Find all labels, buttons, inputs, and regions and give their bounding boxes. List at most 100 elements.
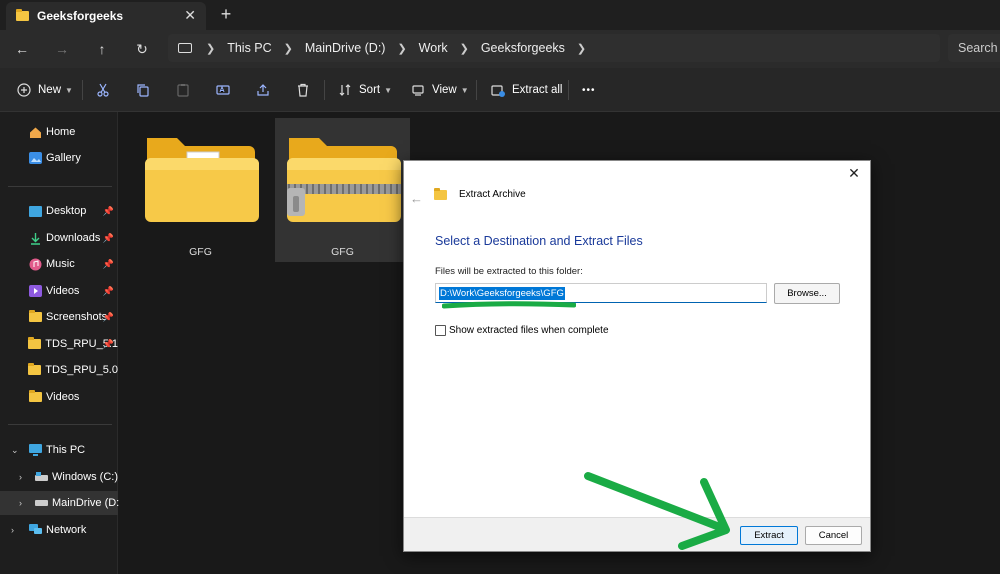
extract-all-label: Extract all <box>512 84 563 96</box>
sidebar-item-downloads[interactable]: Downloads 📌 <box>0 226 118 250</box>
view-label: View <box>432 84 457 96</box>
extract-button[interactable]: Extract <box>740 526 798 545</box>
pin-icon: 📌 <box>102 258 114 269</box>
sidebar-item-windows-c[interactable]: › Windows (C:) <box>0 465 118 489</box>
sidebar-item-label: Downloads <box>46 232 101 244</box>
plus-circle-icon <box>16 82 32 98</box>
sidebar-item-gallery[interactable]: Gallery <box>0 146 118 170</box>
more-options-button[interactable]: ••• <box>582 80 596 100</box>
divider <box>476 80 477 100</box>
file-explorer-window: Geeksforgeeks ✕ + ← → ↑ ↻ ❯ This PC ❯ Ma… <box>0 0 1000 574</box>
breadcrumb-work[interactable]: Work <box>419 41 448 55</box>
sidebar-item-tds-rpu-5-1[interactable]: TDS_RPU_5.1 📌 <box>0 332 118 356</box>
folder-icon: A <box>145 138 259 222</box>
sidebar-item-videos[interactable]: Videos 📌 <box>0 279 118 303</box>
chevron-down-icon[interactable]: ⌄ <box>11 445 19 456</box>
navigation-pane: Home Gallery Desktop 📌 Downloads 📌 Music… <box>0 112 123 574</box>
sidebar-item-label: Videos <box>46 285 80 297</box>
cancel-button[interactable]: Cancel <box>805 526 862 545</box>
close-icon[interactable]: ✕ <box>846 165 862 182</box>
delete-button[interactable] <box>295 80 311 100</box>
sort-label: Sort <box>359 84 381 96</box>
sidebar-item-maindrive-d[interactable]: › MainDrive (D:) <box>0 491 123 515</box>
sidebar-item-desktop[interactable]: Desktop 📌 <box>0 199 118 223</box>
sidebar-item-label: This PC <box>46 444 86 456</box>
sidebar-item-tds-rpu-5-0[interactable]: TDS_RPU_5.0 <box>0 358 118 382</box>
chevron-right-icon[interactable]: › <box>11 525 14 535</box>
close-icon[interactable]: ✕ <box>184 7 196 24</box>
folder-icon <box>16 9 29 21</box>
sidebar-item-network[interactable]: › Network <box>0 518 118 542</box>
folder-icon <box>28 363 42 377</box>
up-arrow-icon[interactable]: ↑ <box>92 39 112 59</box>
file-label: GFG <box>189 246 212 258</box>
path-selection: D:\Work\Geeksforgeeks\GFG <box>439 286 565 300</box>
sidebar-item-this-pc[interactable]: ⌄ This PC <box>0 438 118 462</box>
command-bar: New ▼ Sort ▼ View ▼ Extract all ••• <box>0 68 1000 112</box>
zip-item-gfg[interactable]: GFG <box>275 118 410 262</box>
rename-button[interactable] <box>215 80 231 100</box>
extract-all-button[interactable]: Extract all <box>490 80 563 100</box>
share-icon <box>255 82 271 98</box>
chevron-right-icon[interactable]: › <box>19 472 22 482</box>
tab-bar: Geeksforgeeks ✕ + <box>0 0 1000 30</box>
network-icon <box>28 523 42 537</box>
sidebar-item-videos-folder[interactable]: Videos <box>0 385 118 409</box>
back-arrow-icon[interactable]: ← <box>12 39 32 59</box>
chevron-right-icon: ❯ <box>283 42 293 55</box>
tab-title: Geeksforgeeks <box>37 9 124 23</box>
destination-path-input[interactable]: D:\Work\Geeksforgeeks\GFG <box>435 283 767 303</box>
divider <box>8 186 112 187</box>
refresh-icon[interactable]: ↻ <box>132 39 152 59</box>
checkbox-label: Show extracted files when complete <box>449 325 609 336</box>
breadcrumb-geeksforgeeks[interactable]: Geeksforgeeks <box>481 41 565 55</box>
pin-icon: 📌 <box>102 232 114 243</box>
folder-item-gfg[interactable]: A GFG <box>133 118 268 262</box>
sidebar-item-screenshots[interactable]: Screenshots 📌 <box>0 305 118 329</box>
breadcrumb-this-pc[interactable]: This PC <box>227 41 271 55</box>
rename-icon <box>215 82 231 98</box>
view-button[interactable]: View ▼ <box>410 80 469 100</box>
file-label: GFG <box>331 246 354 258</box>
sidebar-item-label: Screenshots <box>46 311 108 323</box>
share-button[interactable] <box>255 80 271 100</box>
search-input[interactable]: Search G <box>948 34 1000 62</box>
folder-icon <box>28 337 42 351</box>
chevron-right-icon: ❯ <box>397 42 407 55</box>
destination-label: Files will be extracted to this folder: <box>435 266 583 277</box>
divider <box>8 424 112 425</box>
drive-icon <box>35 496 48 510</box>
copy-button[interactable] <box>135 80 151 100</box>
sidebar-item-music[interactable]: Music 📌 <box>0 252 118 276</box>
browse-button[interactable]: Browse... <box>774 283 840 304</box>
breadcrumb-maindrive[interactable]: MainDrive (D:) <box>305 41 386 55</box>
sidebar-item-label: Home <box>46 126 76 138</box>
sort-icon <box>337 82 353 98</box>
new-button[interactable]: New ▼ <box>16 80 73 100</box>
dialog-title-text: Extract Archive <box>459 189 526 200</box>
chevron-right-icon[interactable]: › <box>19 498 22 508</box>
sort-button[interactable]: Sort ▼ <box>337 80 392 100</box>
sidebar-item-home[interactable]: Home <box>0 120 118 144</box>
sidebar-item-label: Videos <box>46 391 80 403</box>
show-extracted-checkbox[interactable] <box>435 325 446 336</box>
tab-geeksforgeeks[interactable]: Geeksforgeeks ✕ <box>6 2 206 30</box>
divider <box>324 80 325 100</box>
dialog-title: Extract Archive <box>434 187 526 200</box>
sidebar-item-label: MainDrive (D:) <box>52 497 123 509</box>
forward-arrow-icon[interactable]: → <box>52 39 72 59</box>
breadcrumb: ❯ This PC ❯ MainDrive (D:) ❯ Work ❯ Geek… <box>194 41 598 55</box>
green-underline-annotation <box>442 301 576 309</box>
paste-button[interactable] <box>175 80 191 100</box>
folder-icon <box>28 310 42 324</box>
sidebar-item-label: TDS_RPU_5.0 <box>45 364 118 376</box>
show-extracted-checkbox-row[interactable]: Show extracted files when complete <box>435 325 609 336</box>
cut-button[interactable] <box>95 80 111 100</box>
back-arrow-icon[interactable]: ← <box>410 191 423 206</box>
folder-icon <box>434 187 453 200</box>
pin-icon: 📌 <box>102 311 114 322</box>
new-tab-button[interactable]: + <box>218 4 234 25</box>
video-icon <box>28 284 42 298</box>
chevron-right-icon: ❯ <box>459 42 469 55</box>
address-bar[interactable]: ❯ This PC ❯ MainDrive (D:) ❯ Work ❯ Geek… <box>168 34 940 62</box>
